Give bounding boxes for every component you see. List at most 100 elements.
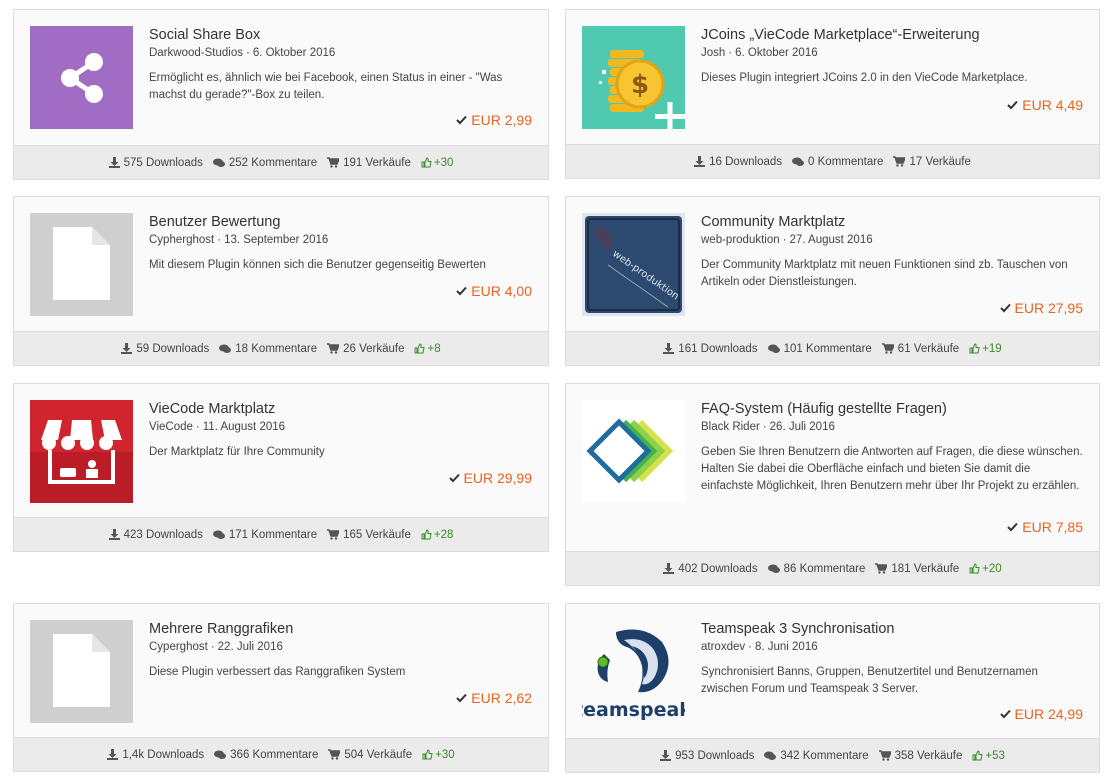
plugin-description: Der Marktplatz für Ihre Community [149,446,325,458]
download-icon [694,156,706,167]
plugin-meta: Darkwood-Studios · 6. Oktober 2016 [149,47,336,59]
cart-icon [875,563,888,574]
plugin-title[interactable]: Teamspeak 3 Synchronisation [701,620,1083,639]
plugin-title[interactable]: FAQ-System (Häufig gestellte Fragen) [701,400,1083,419]
plugin-meta: Cypherghost · 13. September 2016 [149,234,329,246]
plugin-card: Social Share Box Darkwood-Studios · 6. Okt… [13,9,549,180]
author-link[interactable]: Cyperghost [149,641,208,653]
cart-icon [327,157,340,168]
cart-icon [881,343,894,354]
author-link[interactable]: web-produktion [701,234,780,246]
price-value: EUR 29,99 [463,470,532,486]
plugin-meta: Cyperghost · 22. Juli 2016 [149,641,283,653]
svg-text:$: $ [631,70,649,100]
downloads-stat: 402 Downloads [663,563,758,575]
plugin-title[interactable]: Benutzer Bewertung [149,213,532,232]
price: EUR 7,85 [1007,518,1083,536]
plugin-meta: atroxdev · 8. Juni 2016 [701,641,818,653]
plugin-description: Ermöglicht es, ähnlich wie bei Facebook,… [149,72,503,101]
publish-date: 27. August 2016 [789,234,873,246]
check-icon [999,303,1011,313]
likes-stat: +20 [969,563,1002,575]
plugin-description: Geben Sie Ihren Benutzern die Antworten … [701,446,1083,492]
card-stats: 59 Downloads 18 Kommentare 26 Verkäufe +… [14,331,548,365]
cart-icon [327,343,340,354]
comments-icon [219,344,232,353]
author-link[interactable]: VieCode [149,421,193,433]
web-produktion-logo[interactable]: web-produktion [582,213,685,316]
plugin-title[interactable]: VieCode Marktplatz [149,400,532,419]
publish-date: 11. August 2016 [202,421,286,433]
plugin-card: Mehrere Ranggrafiken Cyperghost · 22. Juli… [13,603,549,772]
faq-diamond-icon[interactable] [582,400,685,503]
author-link[interactable]: Black Rider [701,421,760,433]
plugin-card: Benutzer Bewertung Cypherghost · 13. Septe… [13,196,549,366]
price-value: EUR 2,99 [471,112,532,128]
author-link[interactable]: Josh [701,47,725,59]
thumbs-up-icon [421,157,432,168]
comments-stat: 101 Kommentare [767,343,872,355]
comments-stat: 252 Kommentare [212,157,317,169]
sales-stat: 191 Verkäufe [327,157,411,169]
comments-icon [767,344,780,353]
cart-icon [327,529,340,540]
teamspeak-logo[interactable]: teamspeak [582,620,685,723]
downloads-stat: 59 Downloads [121,343,209,355]
price-value: EUR 2,62 [471,690,532,706]
publish-date: 6. Oktober 2016 [735,47,818,59]
author-link[interactable]: Cypherghost [149,234,214,246]
likes-stat: +53 [972,750,1005,762]
coins-icon[interactable]: $ [582,26,685,129]
plugin-card: teamspeak Teamspeak 3 Synchronisation at… [565,603,1100,773]
sales-stat: 61 Verkäufe [881,343,959,355]
share-icon[interactable] [30,26,133,129]
plugin-description: Der Community Marktplatz mit neuen Funkt… [701,259,1068,288]
price-value: EUR 4,49 [1022,97,1083,113]
plugin-title[interactable]: Social Share Box [149,26,532,45]
comments-icon [214,750,227,759]
publish-date: 8. Juni 2016 [754,641,818,653]
check-icon [456,286,468,296]
card-stats: 16 Downloads 0 Kommentare 17 Verkäufe [566,144,1099,178]
plugin-description: Mit diesem Plugin können sich die Benutz… [149,259,486,271]
downloads-stat: 575 Downloads [108,157,203,169]
download-icon [660,750,672,761]
card-stats: 1,4k Downloads 366 Kommentare 504 Verkäu… [14,737,548,771]
comments-stat: 86 Kommentare [767,563,865,575]
check-icon [456,115,468,125]
likes-stat: +30 [422,749,455,761]
price: EUR 24,99 [999,705,1083,723]
download-icon [121,343,133,354]
plugin-card: VieCode Marktplatz VieCode · 11. August 20… [13,383,549,552]
plugin-meta: Black Rider · 26. Juli 2016 [701,421,835,433]
comments-stat: 342 Kommentare [764,750,869,762]
price: EUR 27,95 [999,299,1083,317]
publish-date: 22. Juli 2016 [217,641,283,653]
author-link[interactable]: atroxdev [701,641,745,653]
author-link[interactable]: Darkwood-Studios [149,47,243,59]
likes-stat: +28 [421,529,453,541]
plugin-meta: Josh · 6. Oktober 2016 [701,47,818,59]
downloads-stat: 161 Downloads [663,343,758,355]
teamspeak-logo-text: teamspeak [582,699,685,721]
price: EUR 4,49 [1007,96,1083,114]
market-stall-icon[interactable] [30,400,133,503]
file-icon[interactable] [30,620,133,723]
download-icon [663,343,675,354]
thumbs-up-icon [421,529,432,540]
publish-date: 6. Oktober 2016 [252,47,336,59]
plugin-title[interactable]: Community Marktplatz [701,213,1083,232]
downloads-stat: 16 Downloads [694,156,782,168]
download-icon [108,157,120,168]
plugin-card: web-produktion Community Marktplatz web-… [565,196,1100,366]
likes-stat: +8 [414,343,441,355]
plugin-title[interactable]: Mehrere Ranggrafiken [149,620,532,639]
card-stats: 402 Downloads 86 Kommentare 181 Verkäufe… [566,551,1099,585]
comments-stat: 0 Kommentare [792,156,883,168]
thumbs-up-icon [969,563,980,574]
plugin-title[interactable]: JCoins „VieCode Marketplace“-Erweiterung [701,26,1083,45]
plugin-description: Dieses Plugin integriert JCoins 2.0 in d… [701,72,1028,84]
sales-stat: 17 Verkäufe [893,156,971,168]
file-icon[interactable] [30,213,133,316]
likes-stat: +30 [421,157,453,169]
